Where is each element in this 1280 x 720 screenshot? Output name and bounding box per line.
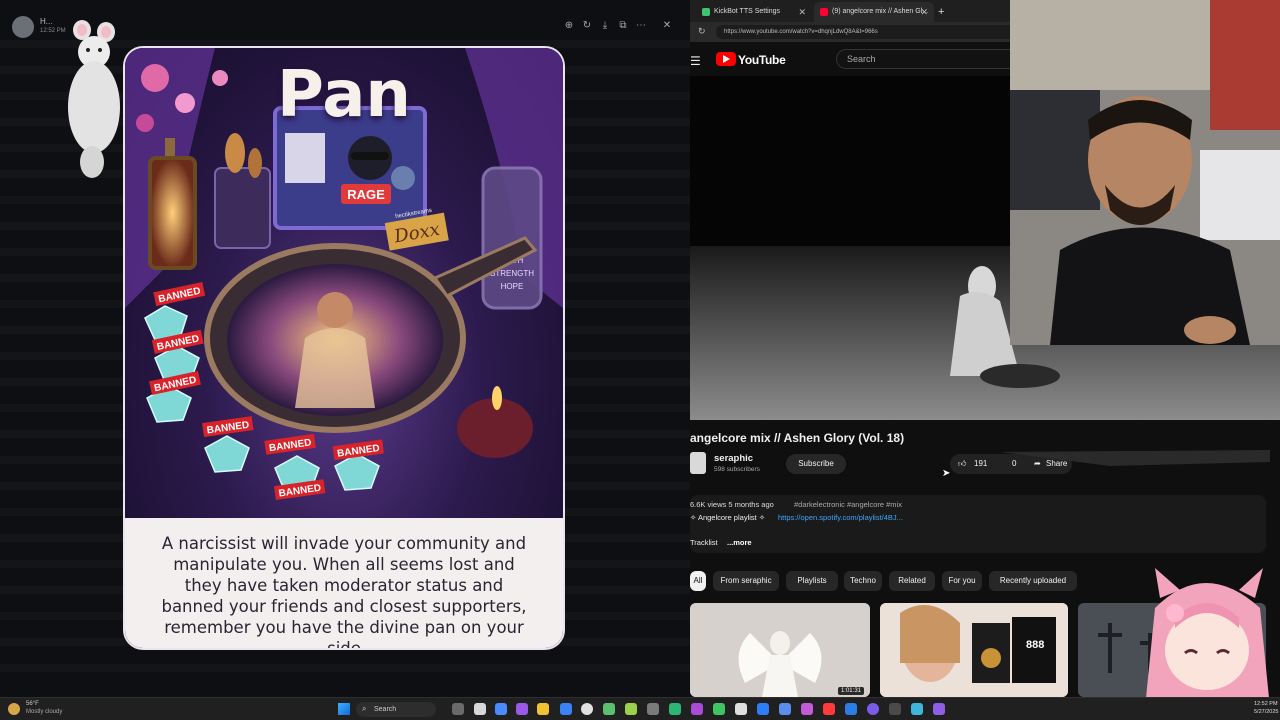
clock-date[interactable]: 5/27/2025: [1254, 709, 1278, 715]
chip-playlists[interactable]: Playlists: [786, 571, 838, 591]
weather-temp: 56°F: [26, 701, 39, 707]
rat-overlay-icon: [68, 20, 120, 178]
video-thumbnail[interactable]: 1:01:31: [690, 603, 870, 697]
folder-icon[interactable]: [537, 703, 549, 715]
app-icon[interactable]: [889, 703, 901, 715]
video-thumbnail[interactable]: 888: [880, 603, 1068, 697]
app-icon[interactable]: [603, 703, 615, 715]
angel-thumbnail-art: [690, 603, 870, 697]
app-icon[interactable]: [911, 703, 923, 715]
overlay-scribble: [990, 444, 1280, 470]
tracklist-label: Tracklist: [690, 538, 718, 547]
webcam-feed: [1010, 0, 1280, 345]
app-icon[interactable]: [867, 703, 879, 715]
playlist-link[interactable]: https://open.spotify.com/playlist/4BJ...: [778, 513, 903, 522]
clock-time[interactable]: 12:52 PM: [1254, 701, 1278, 707]
tab-kickbot[interactable]: KickBot TTS Settings ✕: [696, 2, 812, 22]
youtube-brand[interactable]: YouTube: [738, 53, 786, 67]
close-tab-icon[interactable]: ✕: [920, 2, 928, 22]
zoom-in-icon[interactable]: ⊕: [560, 18, 578, 34]
jar-text-hope: HOPE: [501, 282, 524, 291]
rotate-icon[interactable]: ↻: [578, 18, 596, 34]
viewer-user-name: H...: [40, 17, 53, 26]
playlist-label: ✧ Angelcore playlist ✧: [690, 513, 766, 522]
image-viewer-window: H... 12:52 PM ⊕ ↻ ⤓ ⧉ ⋯ ✕ RAGE Doxx hect…: [0, 0, 690, 697]
channel-avatar[interactable]: [690, 452, 706, 474]
kickbot-favicon-icon: [702, 8, 710, 16]
app-icon[interactable]: [779, 703, 791, 715]
url-field[interactable]: https://www.youtube.com/watch?v=dhqnjLdw…: [716, 25, 1016, 39]
taskbar-search[interactable]: Search: [356, 702, 436, 717]
card-caption: A narcissist will invade your community …: [125, 518, 563, 648]
start-icon[interactable]: [338, 703, 350, 715]
channel-name[interactable]: seraphic: [714, 453, 753, 464]
youtube-favicon-icon: [820, 8, 828, 16]
app-icon[interactable]: [647, 703, 659, 715]
hashtags[interactable]: #darkelectronic #angelcore #mix: [794, 500, 902, 509]
thumbnail-888-text: 888: [1026, 639, 1045, 651]
app-icon[interactable]: [516, 703, 528, 715]
views-and-age: 6.6K views 5 months ago: [690, 500, 774, 509]
more-link[interactable]: ...more: [727, 538, 752, 547]
description-box[interactable]: 6.6K views 5 months ago #darkelectronic …: [690, 495, 1266, 553]
taskbar: 56°F Mostly cloudy Search ⌕ 12:52 PM 5/2…: [0, 697, 1280, 720]
webcam-overlay: [1010, 0, 1280, 345]
weather-desc: Mostly cloudy: [26, 709, 63, 715]
app-icon[interactable]: [933, 703, 945, 715]
app-icon[interactable]: [735, 703, 747, 715]
pan-card-image: RAGE Doxx hectikstreams FAITH STRENGTH H…: [125, 48, 563, 648]
app-icon[interactable]: [669, 703, 681, 715]
chip-for-you[interactable]: For you: [942, 571, 982, 591]
chip-related[interactable]: Related: [889, 571, 935, 591]
open-external-icon[interactable]: ⧉: [614, 18, 632, 34]
download-icon[interactable]: ⤓: [596, 18, 614, 34]
video-duration: 1:01:31: [837, 687, 864, 695]
like-icon[interactable]: 👍︎: [958, 454, 966, 474]
subscriber-count: 598 subscribers: [714, 466, 760, 473]
close-tab-icon[interactable]: ✕: [798, 2, 806, 22]
more-icon[interactable]: ⋯: [632, 18, 650, 34]
app-icon[interactable]: [495, 703, 507, 715]
app-icon[interactable]: [845, 703, 857, 715]
chip-from-seraphic[interactable]: From seraphic: [713, 571, 779, 591]
app-icon[interactable]: [691, 703, 703, 715]
like-count[interactable]: 191: [974, 454, 987, 474]
app-icon[interactable]: [713, 703, 725, 715]
obs-icon[interactable]: [581, 703, 593, 715]
app-icon[interactable]: [757, 703, 769, 715]
tab-youtube[interactable]: (9) angelcore mix // Ashen Gl... ✕: [814, 2, 934, 22]
chip-techno[interactable]: Techno: [844, 571, 882, 591]
menu-icon[interactable]: ☰: [690, 54, 701, 68]
browser-icon[interactable]: [560, 703, 572, 715]
video-title: angelcore mix // Ashen Glory (Vol. 18): [690, 431, 905, 445]
card-title: Pan: [277, 58, 411, 132]
app-icon[interactable]: [801, 703, 813, 715]
search-icon: ⌕: [362, 704, 367, 713]
new-tab-button[interactable]: +: [934, 2, 950, 22]
app-icon[interactable]: [625, 703, 637, 715]
subscribe-button[interactable]: Subscribe: [786, 454, 846, 474]
rage-badge: RAGE: [347, 187, 385, 202]
scribble-mark: [1000, 450, 1270, 466]
mouse-cursor-icon: ➤: [942, 468, 951, 479]
close-icon[interactable]: ✕: [658, 18, 676, 34]
app-icon[interactable]: [452, 703, 464, 715]
search-input[interactable]: Search: [836, 49, 1016, 69]
tab-label: (9) angelcore mix // Ashen Gl...: [832, 8, 929, 15]
avatar: [12, 16, 34, 38]
chip-all[interactable]: All: [690, 571, 706, 591]
app-icon[interactable]: [474, 703, 486, 715]
tab-label: KickBot TTS Settings: [714, 8, 781, 15]
youtube-app-icon[interactable]: [823, 703, 835, 715]
reload-icon[interactable]: ↻: [698, 26, 706, 37]
chip-recently-uploaded[interactable]: Recently uploaded: [989, 571, 1077, 591]
play-triangle-icon: [723, 55, 730, 63]
weather-icon[interactable]: [8, 703, 20, 715]
